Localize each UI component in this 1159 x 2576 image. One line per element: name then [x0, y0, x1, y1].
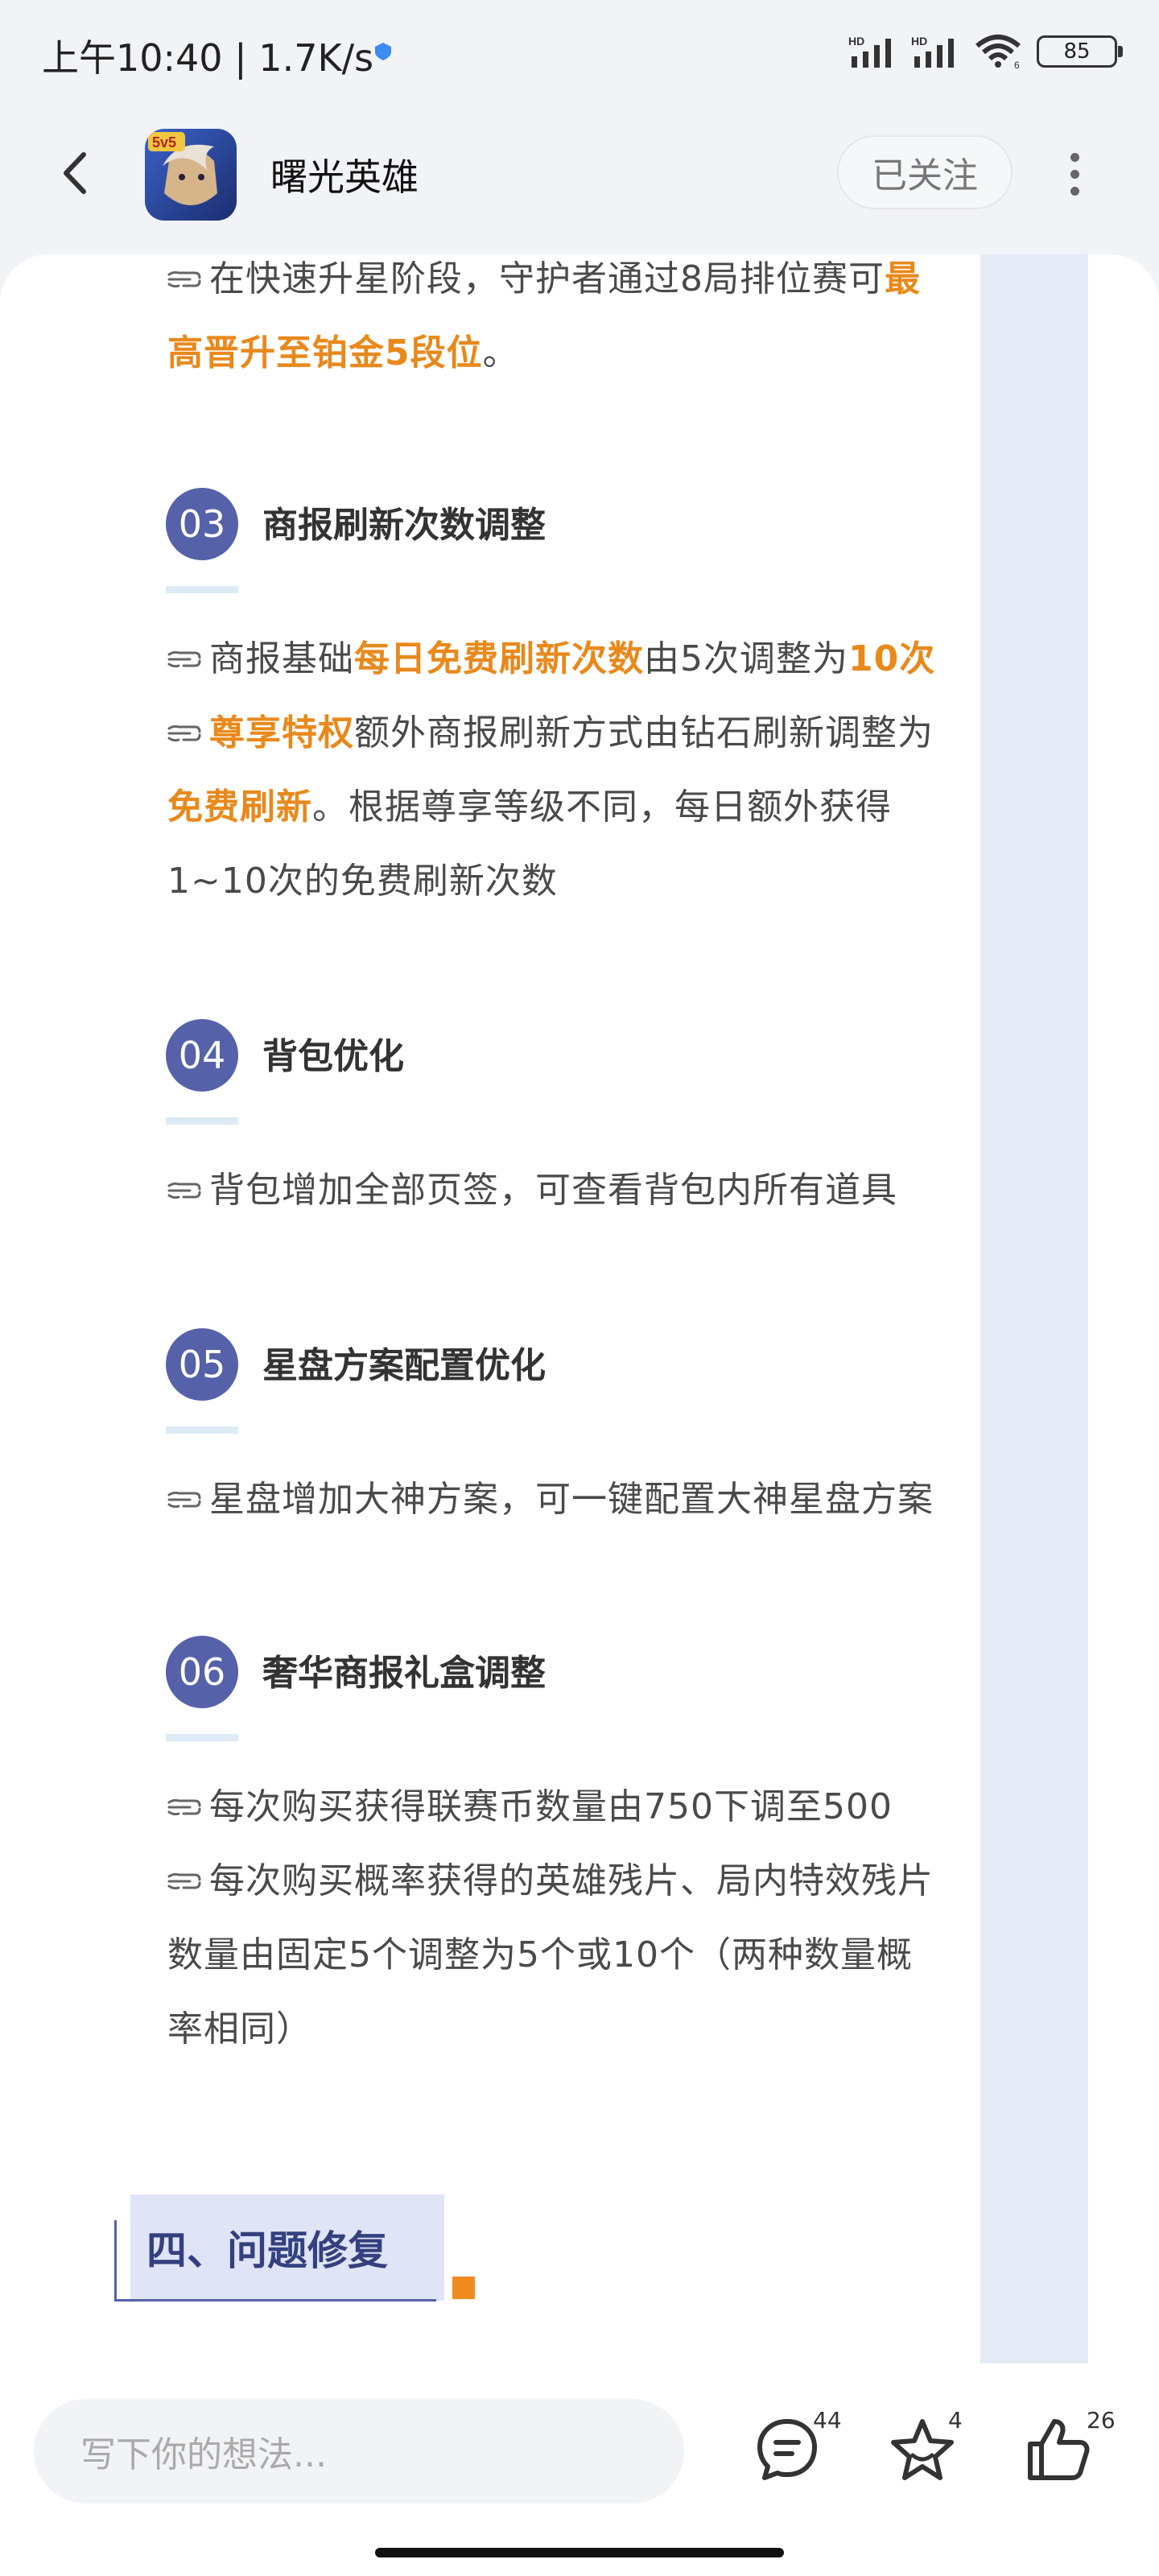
like-count: 26 [1087, 2407, 1116, 2434]
section-05-line-1: 星盘增加大神方案，可一键配置大神星盘方案 [167, 1470, 934, 1521]
hand-pointer-icon [167, 270, 201, 288]
hand-pointer-icon [167, 1182, 201, 1199]
like-button[interactable]: 26 [1024, 2407, 1116, 2496]
back-arrow-icon[interactable] [48, 145, 105, 201]
section-title: 商报刷新次数调整 [262, 505, 546, 546]
section-06-line-1: 每次购买获得联赛币数量由750下调至500 [167, 1777, 893, 1829]
intro-text-2: 。 [482, 332, 519, 374]
section-heading-title: 四、问题修复 [146, 2227, 388, 2274]
text: 背包增加全部页签，可查看背包内所有道具 [209, 1170, 897, 1211]
section-title: 奢华商报礼盒调整 [262, 1653, 546, 1694]
section-heading-underline [114, 2299, 436, 2301]
comment-icon [757, 2419, 817, 2480]
intro-text: 在快速升星阶段，守护者通过8局排位赛可 [209, 258, 885, 299]
battery-indicator: 85 [1037, 35, 1123, 68]
status-icons: HD HD 6 85 [848, 31, 1123, 72]
text: 。根据尊享等级不同，每日额外获得 [312, 786, 892, 828]
favorite-count: 4 [948, 2407, 963, 2434]
intro-highlight: 最 [885, 258, 921, 299]
intro-line-1: 在快速升星阶段，守护者通过8局排位赛可最 [167, 254, 921, 301]
app-name[interactable]: 曙光英雄 [270, 148, 419, 201]
decorative-square [452, 2277, 475, 2299]
article-content[interactable]: 在快速升星阶段，守护者通过8局排位赛可最 高晋升至铂金5段位。 03 商报刷新次… [0, 254, 1159, 2363]
bottom-action-bar: 写下你的想法... 44 4 26 [0, 2363, 1159, 2576]
section-underline [166, 1426, 238, 1434]
section-06-line-3: 数量由固定5个调整为5个或10个（两种数量概 [167, 1934, 913, 1975]
text: 商报基础 [209, 638, 354, 679]
text: 每次购买概率获得的英雄残片、局内特效残片 [209, 1860, 934, 1901]
section-underline [166, 1117, 238, 1125]
hand-pointer-icon [167, 650, 201, 668]
poster-text-layer: 在快速升星阶段，守护者通过8局排位赛可最 高晋升至铂金5段位。 03 商报刷新次… [71, 254, 1088, 2363]
section-number: 03 [166, 488, 238, 560]
section-03-line-2: 尊享特权额外商报刷新方式由钻石刷新调整为 [167, 704, 934, 755]
hand-pointer-icon [167, 1491, 201, 1509]
section-03-line-1: 商报基础每日免费刷新次数由5次调整为10次 [167, 630, 935, 681]
svg-text:HD: HD [848, 35, 864, 47]
intro-highlight-2: 高晋升至铂金5段位 [167, 332, 483, 374]
section-03-line-4: 1~10次的免费刷新次数 [167, 861, 558, 902]
section-number: 05 [166, 1328, 238, 1401]
highlight: 每日免费刷新次数 [354, 638, 644, 679]
svg-text:HD: HD [911, 35, 927, 47]
status-bar: 上午10:40 | 1.7K/s HD HD 6 85 [0, 0, 1159, 105]
comment-input[interactable]: 写下你的想法... [34, 2399, 684, 2504]
highlight: 免费刷新 [167, 786, 312, 828]
vpn-icon [375, 43, 391, 60]
highlight: 10次 [848, 638, 936, 679]
comment-count: 44 [813, 2407, 842, 2434]
hand-pointer-icon [167, 1872, 201, 1890]
highlight: 尊享特权 [209, 712, 354, 753]
svg-text:5v5: 5v5 [152, 134, 176, 151]
intro-line-2: 高晋升至铂金5段位。 [167, 324, 519, 375]
thumbs-up-icon [1028, 2419, 1090, 2480]
section-03-line-3: 免费刷新。根据尊享等级不同，每日额外获得 [167, 778, 892, 829]
text: 由5次调整为 [644, 638, 848, 679]
app-header: 5v5 曙光英雄 已关注 [0, 113, 1159, 233]
section-number: 04 [166, 1019, 238, 1092]
section-heading-border [114, 2220, 117, 2301]
section-06-line-2: 每次购买概率获得的英雄残片、局内特效残片 [167, 1852, 934, 1903]
section-title: 星盘方案配置优化 [262, 1345, 546, 1386]
section-underline [166, 586, 238, 593]
text: 每次购买获得联赛币数量由750下调至500 [209, 1786, 893, 1827]
more-icon[interactable] [1054, 142, 1095, 206]
follow-button[interactable]: 已关注 [837, 135, 1013, 209]
star-icon [891, 2419, 954, 2480]
hand-pointer-icon [167, 724, 201, 742]
hand-pointer-icon [167, 1798, 201, 1816]
comment-button[interactable]: 44 [753, 2407, 842, 2496]
section-number: 06 [166, 1636, 238, 1708]
wifi-icon: 6 [975, 35, 1021, 70]
status-time: 上午10:40 | 1.7K/s [42, 36, 374, 80]
app-icon[interactable]: 5v5 [145, 129, 237, 221]
signal-icon-2: HD [911, 35, 954, 68]
text: 额外商报刷新方式由钻石刷新调整为 [354, 712, 934, 753]
svg-text:6: 6 [1014, 60, 1020, 70]
section-06-line-4: 率相同） [167, 2008, 312, 2050]
text: 星盘增加大神方案，可一键配置大神星盘方案 [209, 1479, 934, 1520]
section-underline [166, 1734, 238, 1741]
home-indicator[interactable] [375, 2548, 784, 2557]
app-icon-art: 5v5 [145, 129, 237, 221]
section-title: 背包优化 [262, 1036, 404, 1077]
favorite-button[interactable]: 4 [889, 2407, 963, 2496]
section-04-line-1: 背包增加全部页签，可查看背包内所有道具 [167, 1161, 897, 1212]
signal-icon: HD [848, 35, 891, 68]
